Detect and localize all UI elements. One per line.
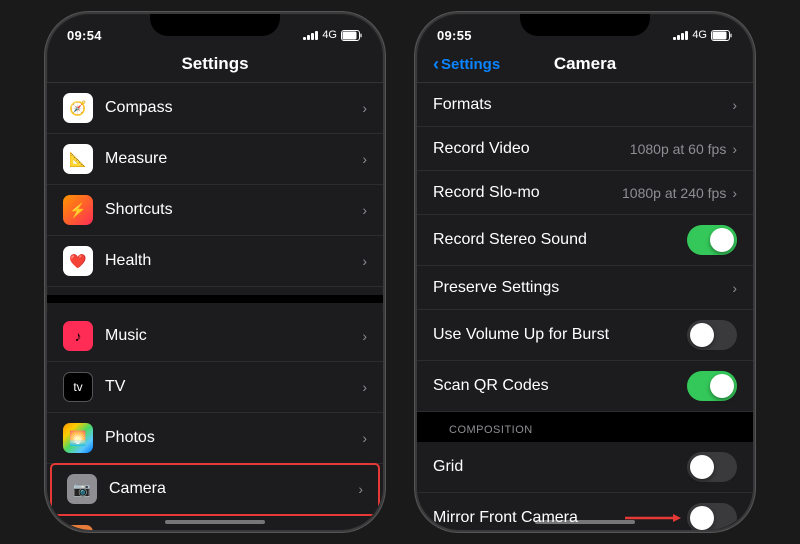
status-icons-2: 4G: [673, 29, 733, 41]
mirror-front-toggle[interactable]: [687, 503, 737, 530]
scan-qr-label: Scan QR Codes: [433, 377, 687, 395]
measure-icon: 📐: [63, 144, 93, 174]
separator-1: [47, 295, 383, 303]
settings-item-health[interactable]: ❤️ Health ›: [47, 236, 383, 287]
formats-chevron: ›: [732, 97, 737, 113]
back-label: Settings: [441, 56, 500, 73]
health-label: Health: [105, 252, 362, 270]
scan-qr-toggle[interactable]: [687, 371, 737, 401]
music-icon: ♪: [63, 321, 93, 351]
network-label-2: 4G: [692, 29, 707, 41]
tv-chevron: ›: [362, 379, 367, 395]
back-chevron-icon: ‹: [433, 55, 439, 73]
composition-section: COMPOSITION: [417, 412, 753, 442]
photos-chevron: ›: [362, 430, 367, 446]
record-slomo-value: 1080p at 240 fps: [622, 185, 726, 201]
record-slomo-chevron: ›: [732, 185, 737, 201]
shortcuts-icon: ⚡: [63, 195, 93, 225]
settings-item-mirror-front[interactable]: Mirror Front Camera: [417, 493, 753, 530]
back-button[interactable]: ‹ Settings: [433, 55, 500, 73]
compass-label: Compass: [105, 99, 362, 117]
phone-2: 09:55 4G: [415, 12, 755, 532]
grid-toggle[interactable]: [687, 452, 737, 482]
network-label-1: 4G: [322, 29, 337, 41]
camera-chevron: ›: [358, 481, 363, 497]
books-icon: 📚: [63, 525, 93, 530]
status-icons-1: 4G: [303, 29, 363, 41]
record-slomo-label: Record Slo-mo: [433, 184, 622, 202]
time-2: 09:55: [437, 28, 472, 43]
settings-item-scan-qr[interactable]: Scan QR Codes: [417, 361, 753, 412]
health-icon: ❤️: [63, 246, 93, 276]
mirror-front-label: Mirror Front Camera: [433, 509, 623, 527]
phone-1: 09:54 4G Setting: [45, 12, 385, 532]
volume-burst-label: Use Volume Up for Burst: [433, 326, 687, 344]
shortcuts-chevron: ›: [362, 202, 367, 218]
volume-burst-toggle[interactable]: [687, 320, 737, 350]
settings-title: Settings: [47, 50, 383, 83]
composition-label: COMPOSITION: [433, 416, 549, 440]
settings-item-grid[interactable]: Grid: [417, 442, 753, 493]
settings-item-volume-burst[interactable]: Use Volume Up for Burst: [417, 310, 753, 361]
signal-icon-2: [673, 30, 688, 40]
camera-label: Camera: [109, 480, 358, 498]
settings-item-preserve[interactable]: Preserve Settings ›: [417, 266, 753, 310]
photos-icon: 🌅: [63, 423, 93, 453]
settings-list-top: 🧭 Compass › 📐 Measure › ⚡: [47, 83, 383, 287]
notch-2: [520, 14, 650, 36]
formats-label: Formats: [433, 96, 732, 114]
record-video-value: 1080p at 60 fps: [630, 141, 727, 157]
settings-item-formats[interactable]: Formats ›: [417, 83, 753, 127]
compass-chevron: ›: [362, 100, 367, 116]
grid-label: Grid: [433, 458, 687, 476]
home-indicator-1: [165, 520, 265, 524]
settings-item-record-stereo[interactable]: Record Stereo Sound: [417, 215, 753, 266]
settings-item-tv[interactable]: tv TV ›: [47, 362, 383, 413]
tv-icon: tv: [63, 372, 93, 402]
measure-label: Measure: [105, 150, 362, 168]
record-video-label: Record Video: [433, 140, 630, 158]
preserve-label: Preserve Settings: [433, 279, 732, 297]
shortcuts-label: Shortcuts: [105, 201, 362, 219]
measure-chevron: ›: [362, 151, 367, 167]
camera-nav-header: ‹ Settings Camera: [417, 50, 753, 83]
settings-item-shortcuts[interactable]: ⚡ Shortcuts ›: [47, 185, 383, 236]
settings-item-measure[interactable]: 📐 Measure ›: [47, 134, 383, 185]
record-stereo-toggle[interactable]: [687, 225, 737, 255]
signal-icon-1: [303, 30, 318, 40]
battery-icon-2: [711, 30, 733, 41]
battery-icon-1: [341, 30, 363, 41]
record-stereo-label: Record Stereo Sound: [433, 231, 687, 249]
settings-list-bottom: ♪ Music › tv TV › 🌅: [47, 311, 383, 530]
notch-1: [150, 14, 280, 36]
tv-label: TV: [105, 378, 362, 396]
settings-item-record-video[interactable]: Record Video 1080p at 60 fps ›: [417, 127, 753, 171]
camera-page-title: Camera: [554, 54, 616, 74]
music-chevron: ›: [362, 328, 367, 344]
settings-item-music[interactable]: ♪ Music ›: [47, 311, 383, 362]
photos-label: Photos: [105, 429, 362, 447]
music-label: Music: [105, 327, 362, 345]
preserve-chevron: ›: [732, 280, 737, 296]
compass-icon: 🧭: [63, 93, 93, 123]
settings-item-compass[interactable]: 🧭 Compass ›: [47, 83, 383, 134]
health-chevron: ›: [362, 253, 367, 269]
record-video-chevron: ›: [732, 141, 737, 157]
home-indicator-2: [535, 520, 635, 524]
settings-item-record-slomo[interactable]: Record Slo-mo 1080p at 240 fps ›: [417, 171, 753, 215]
settings-item-photos[interactable]: 🌅 Photos ›: [47, 413, 383, 464]
time-1: 09:54: [67, 28, 102, 43]
settings-item-camera[interactable]: 📷 Camera ›: [51, 464, 379, 515]
camera-app-icon: 📷: [67, 474, 97, 504]
camera-settings-list: Formats › Record Video 1080p at 60 fps ›…: [417, 83, 753, 530]
